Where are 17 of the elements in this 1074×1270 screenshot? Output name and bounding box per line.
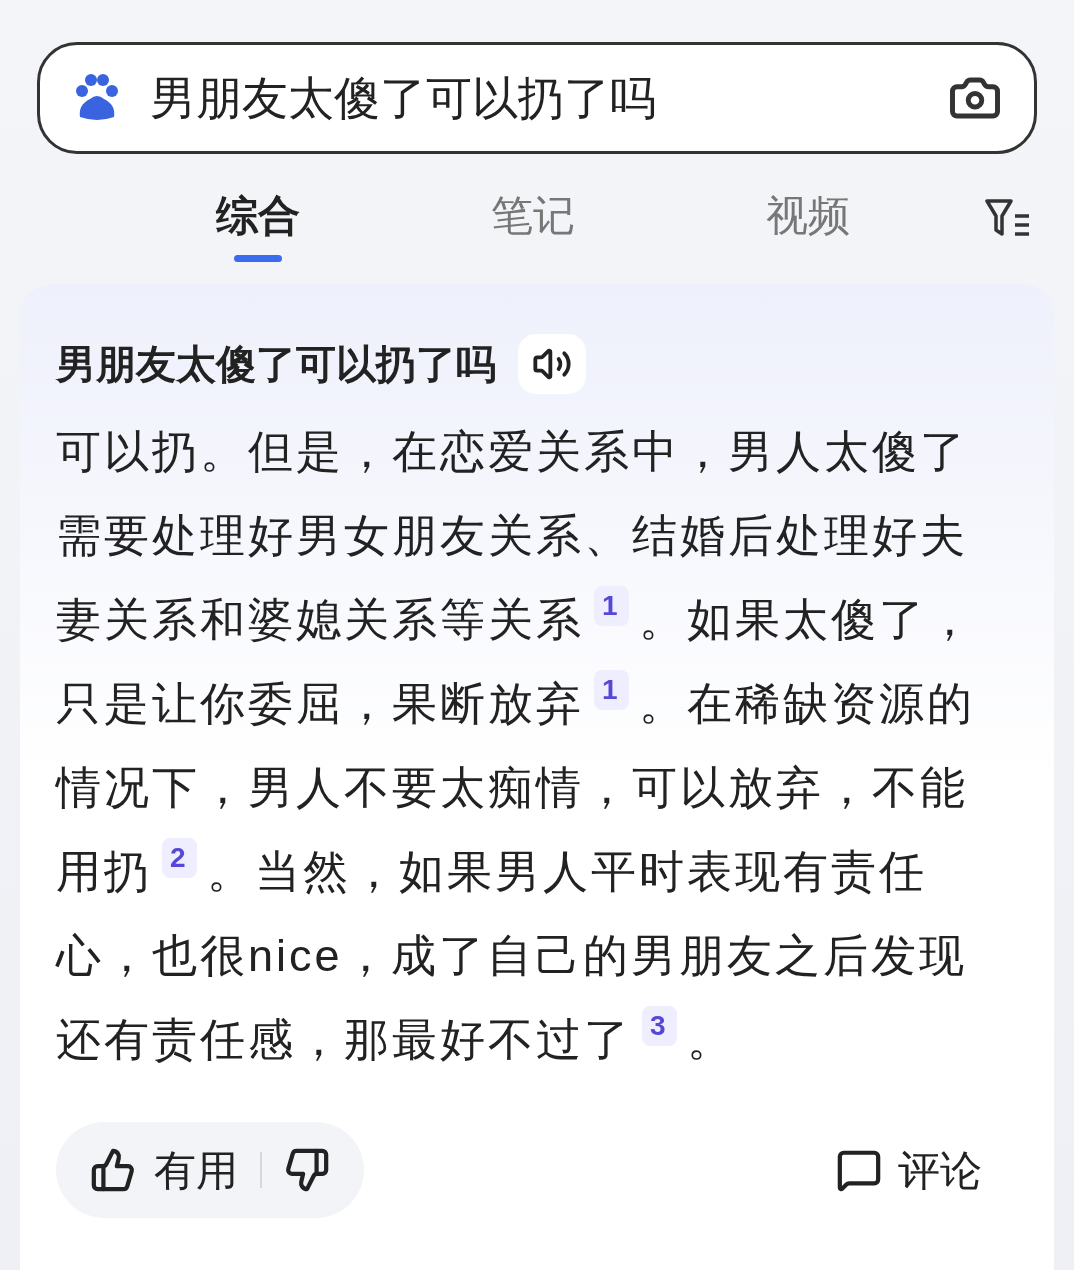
useful-button[interactable]: 有用: [90, 1138, 238, 1202]
citation-link[interactable]: 1: [594, 586, 629, 626]
comment-button[interactable]: 评论: [836, 1138, 982, 1202]
tab[interactable]: 笔记: [395, 154, 670, 274]
search-query: 男朋友太傻了可以扔了吗: [150, 70, 657, 126]
thumbs-down-icon[interactable]: [284, 1147, 330, 1193]
answer-title: 男朋友太傻了可以扔了吗: [56, 341, 496, 388]
citation-link[interactable]: 2: [162, 838, 197, 878]
tab[interactable]: 综合: [120, 154, 395, 274]
speaker-button[interactable]: [518, 334, 586, 394]
citation-link[interactable]: 3: [642, 1006, 677, 1046]
search-field[interactable]: 男朋友太傻了可以扔了吗: [37, 42, 1037, 154]
filter-icon[interactable]: [985, 198, 1031, 238]
citation-link[interactable]: 1: [594, 670, 629, 710]
answer-paragraph: 可以扔。但是，在恋爱关系中，男人太傻了需要处理好男女朋友关系、结婚后处理好夫妻关系和婆媳关系等关系 1 。如果太傻了，只是让你委屈，果断放弃 1 。在稀缺资源的情况下，男人不要太痴情，可以放弃，不能用扔 2 。当然，如果男人平时表现有责任心，也很nice，成了自己的男朋友之后发现还有责任感，那最好不过了 3 。: [56, 425, 976, 1067]
tab[interactable]: 视频: [670, 154, 945, 274]
thumbs-up-icon: [90, 1147, 136, 1193]
